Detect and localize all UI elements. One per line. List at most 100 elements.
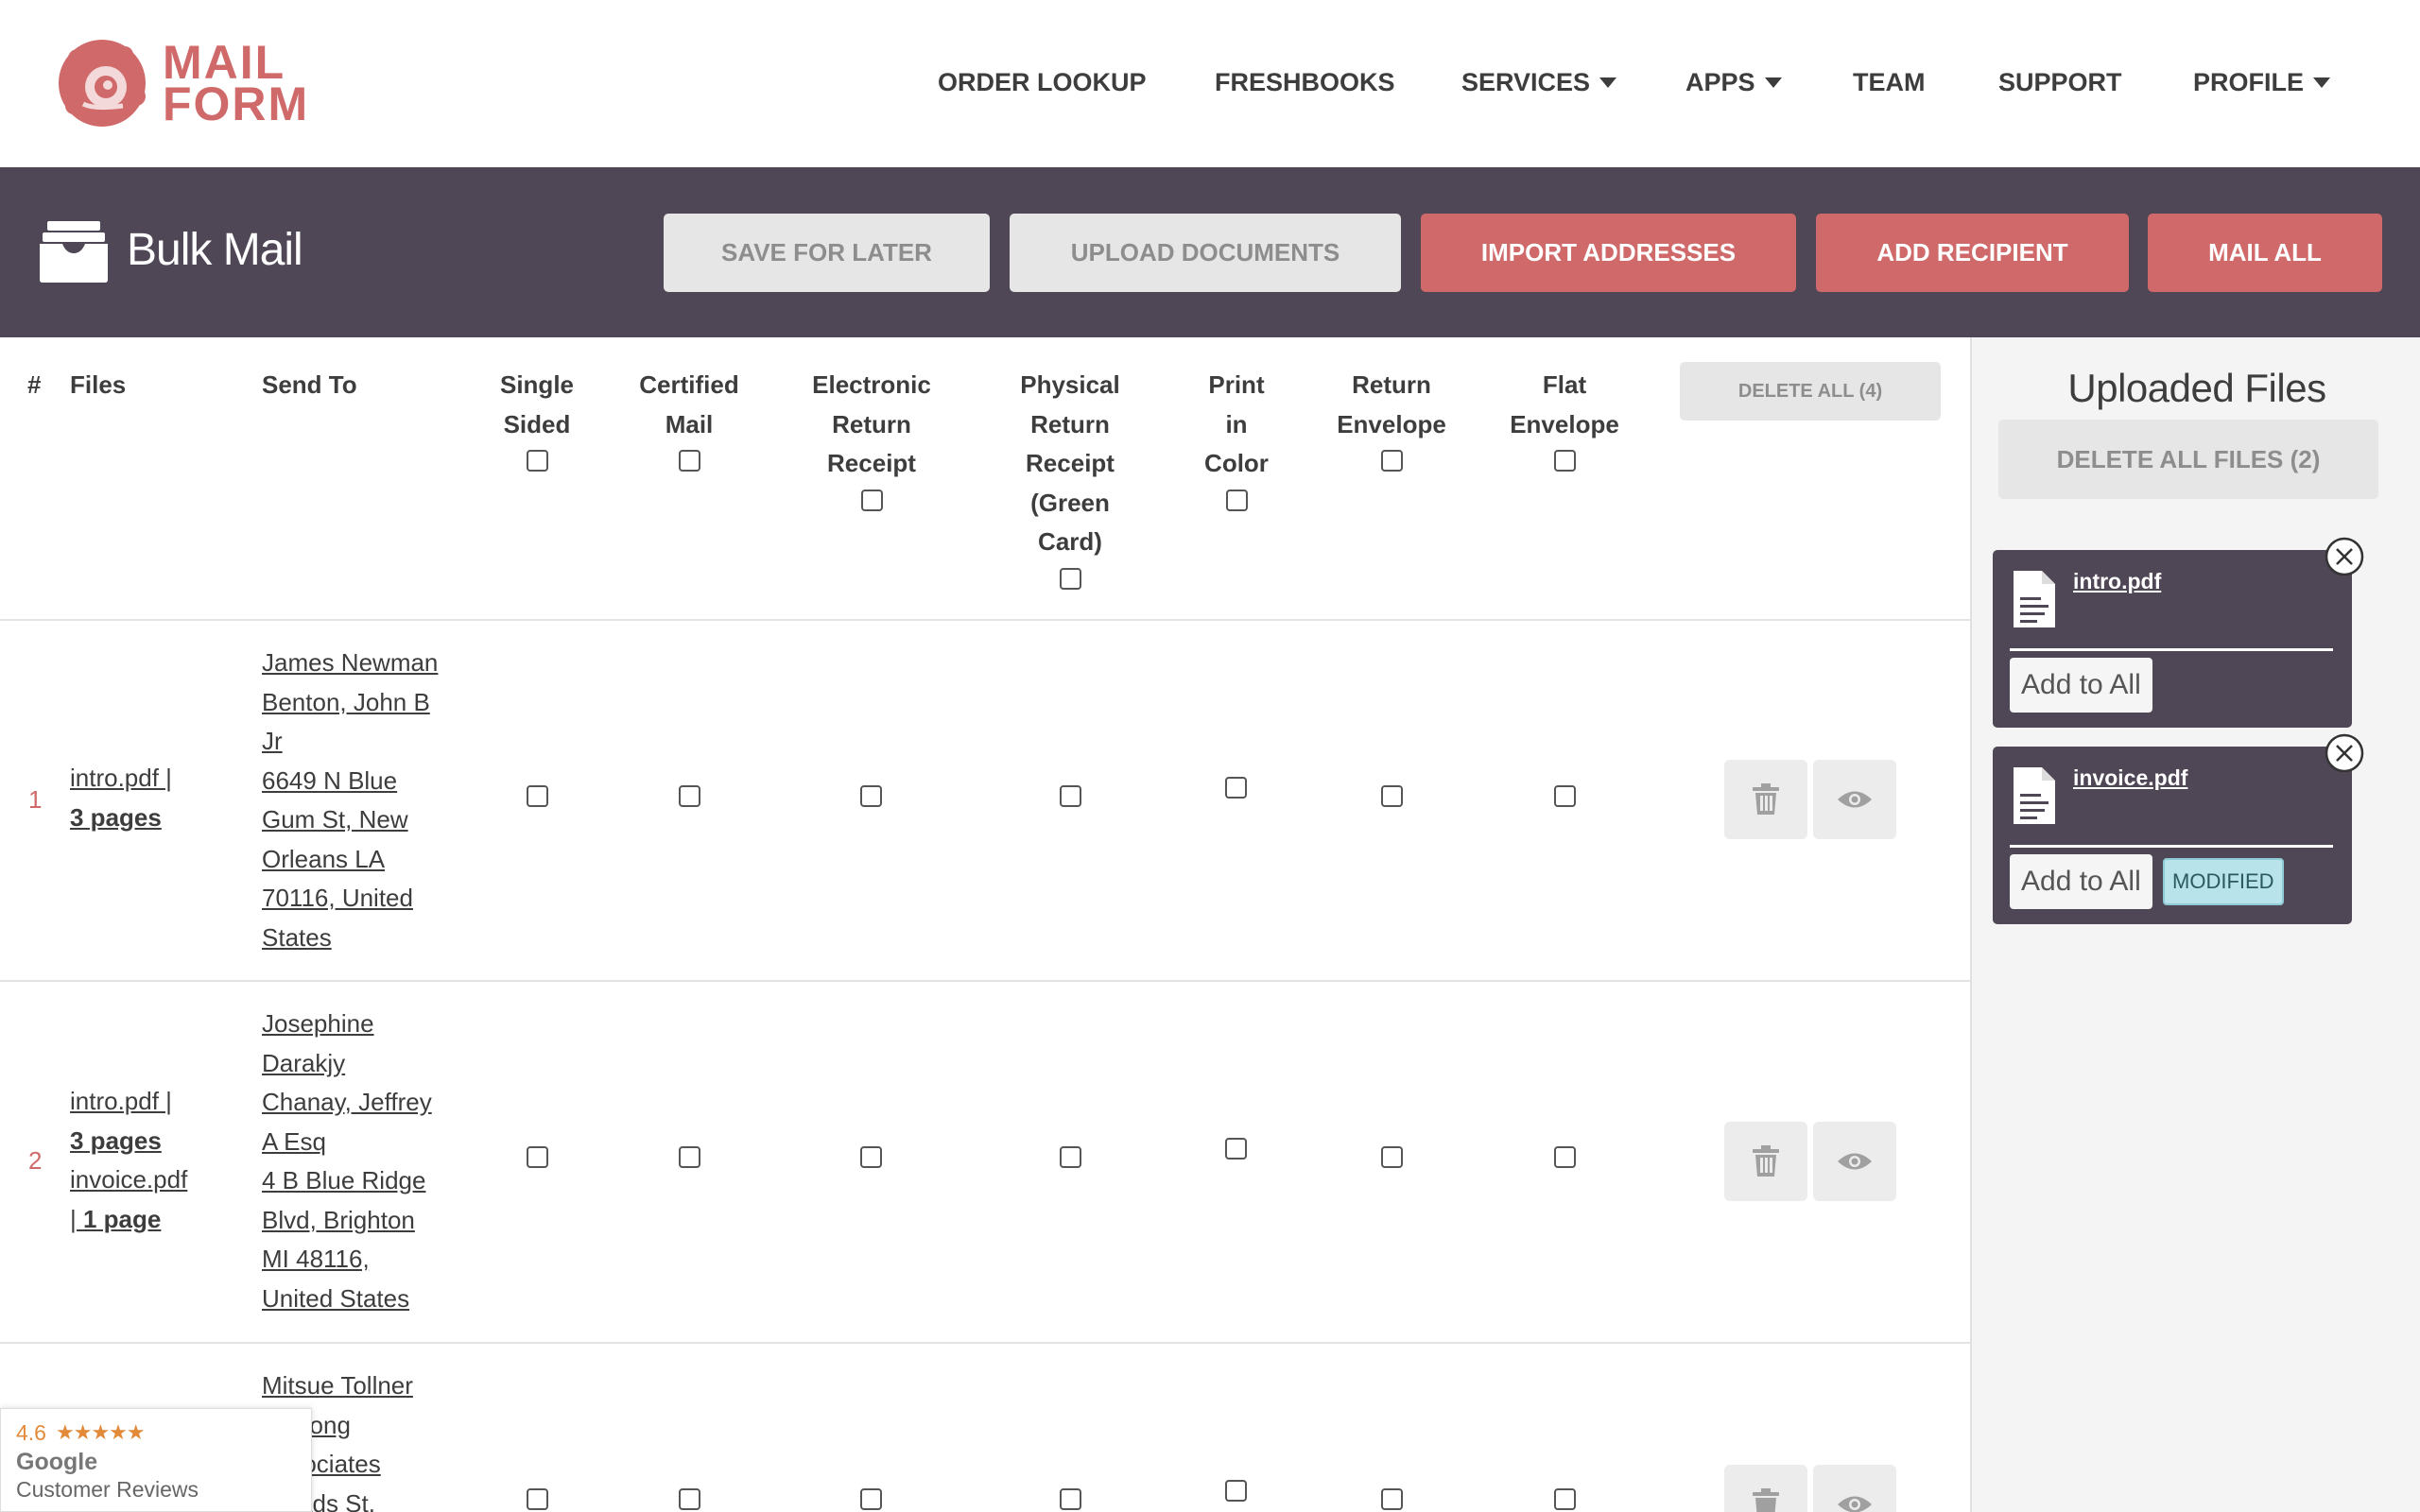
address-line[interactable]: 6649 N Blue	[262, 762, 451, 801]
caret-down-icon	[2313, 77, 2331, 88]
file-link[interactable]: intro.pdf |	[70, 1087, 172, 1115]
col-header-flat-envelope: Flat Envelope	[1498, 366, 1631, 472]
address-line[interactable]: A Esq	[262, 1123, 451, 1162]
address-line[interactable]: Benton, John B	[262, 683, 451, 723]
address-line[interactable]: Chanay, Jeffrey	[262, 1083, 451, 1123]
electronic-return-receipt-all-checkbox[interactable]	[860, 489, 883, 511]
delete-all-files-button[interactable]: DELETE ALL FILES (2)	[1998, 420, 2378, 499]
address-line[interactable]: Jr	[262, 722, 451, 762]
row-number: 2	[28, 1146, 43, 1175]
modified-badge: MODIFIED	[2163, 858, 2284, 905]
delete-row-button[interactable]	[1724, 1122, 1807, 1201]
delete-all-rows-button[interactable]: DELETE ALL (4)	[1680, 362, 1941, 421]
single-sided-checkbox[interactable]	[527, 785, 548, 807]
flat-envelope-all-checkbox[interactable]	[1553, 450, 1576, 472]
caret-down-icon	[1599, 77, 1617, 88]
return-envelope-checkbox[interactable]	[1381, 1488, 1403, 1510]
return-envelope-checkbox[interactable]	[1381, 1146, 1403, 1168]
address-line[interactable]: Mitsue Tollner	[262, 1366, 451, 1406]
print-in-color-checkbox[interactable]	[1225, 777, 1247, 799]
print-in-color-checkbox[interactable]	[1225, 1138, 1247, 1160]
physical-return-receipt-all-checkbox[interactable]	[1059, 567, 1081, 590]
file-pages-link[interactable]: | 1 page	[70, 1205, 161, 1233]
physical-return-receipt-checkbox[interactable]	[1060, 1488, 1081, 1510]
address-line[interactable]: Orleans LA	[262, 840, 451, 880]
electronic-return-receipt-checkbox[interactable]	[860, 1488, 882, 1510]
add-to-all-button[interactable]: Add to All	[2010, 658, 2152, 713]
address-line[interactable]: United States	[262, 1280, 451, 1319]
col-header-return-envelope: Return Envelope	[1325, 366, 1458, 472]
document-icon	[2014, 571, 2055, 627]
close-circle-icon[interactable]	[2325, 537, 2364, 576]
flat-envelope-checkbox[interactable]	[1554, 1146, 1576, 1168]
trash-icon	[1753, 1145, 1779, 1177]
preview-row-button[interactable]	[1813, 1122, 1896, 1201]
close-circle-icon[interactable]	[2325, 733, 2364, 773]
address-line[interactable]: James Newman	[262, 644, 451, 683]
preview-row-button[interactable]	[1813, 1465, 1896, 1512]
col-header-electronic-return-receipt: Electronic Return Receipt	[796, 366, 947, 511]
address-line[interactable]: 4 B Blue Ridge	[262, 1161, 451, 1201]
add-to-all-button[interactable]: Add to All	[2010, 854, 2152, 909]
nav-support[interactable]: SUPPORT	[1998, 66, 2122, 98]
certified-mail-checkbox[interactable]	[679, 1146, 700, 1168]
mail-all-button[interactable]: MAIL ALL	[2148, 214, 2382, 292]
nav-apps[interactable]: APPS	[1685, 66, 1782, 98]
uploaded-file-name[interactable]: intro.pdf	[2073, 569, 2161, 594]
add-recipient-button[interactable]: ADD RECIPIENT	[1816, 214, 2129, 292]
electronic-return-receipt-checkbox[interactable]	[860, 785, 882, 807]
print-in-color-all-checkbox[interactable]	[1225, 489, 1248, 511]
physical-return-receipt-checkbox[interactable]	[1060, 1146, 1081, 1168]
print-in-color-checkbox[interactable]	[1225, 1480, 1247, 1502]
file-link[interactable]: intro.pdf |	[70, 764, 172, 792]
address-line[interactable]: MI 48116,	[262, 1240, 451, 1280]
return-envelope-checkbox[interactable]	[1381, 785, 1403, 807]
nav-services[interactable]: SERVICES	[1461, 66, 1617, 98]
preview-row-button[interactable]	[1813, 760, 1896, 839]
row-divider	[0, 1342, 1970, 1344]
google-reviews-badge[interactable]: 4.6 ★★★★★ Google Customer Reviews	[0, 1408, 312, 1512]
address-line[interactable]: States	[262, 919, 451, 958]
address-line[interactable]: Josephine	[262, 1005, 451, 1044]
physical-return-receipt-checkbox[interactable]	[1060, 785, 1081, 807]
delete-row-button[interactable]	[1724, 1465, 1807, 1512]
nav-team[interactable]: TEAM	[1853, 66, 1926, 98]
flat-envelope-checkbox[interactable]	[1554, 1488, 1576, 1510]
row-files: intro.pdf | 3 pages invoice.pdf | 1 page	[70, 1082, 187, 1239]
certified-mail-checkbox[interactable]	[679, 785, 700, 807]
file-pages-link[interactable]: 3 pages	[70, 1126, 162, 1155]
uploaded-file-card: intro.pdf Add to All	[1993, 537, 2364, 728]
uploaded-file-card: invoice.pdf Add to All MODIFIED	[1993, 733, 2364, 924]
address-line[interactable]: Darakjy	[262, 1044, 451, 1084]
google-subtitle: Customer Reviews	[16, 1477, 199, 1502]
return-envelope-all-checkbox[interactable]	[1380, 450, 1403, 472]
certified-mail-checkbox[interactable]	[679, 1488, 700, 1510]
delete-row-button[interactable]	[1724, 760, 1807, 839]
inbox-tray-icon	[40, 221, 108, 283]
uploaded-file-name[interactable]: invoice.pdf	[2073, 765, 2187, 791]
upload-documents-button[interactable]: UPLOAD DOCUMENTS	[1010, 214, 1401, 292]
uploaded-files-panel: Uploaded Files DELETE ALL FILES (2) intr…	[1970, 337, 2420, 1512]
row-files: intro.pdf | 3 pages	[70, 759, 172, 837]
certified-mail-all-checkbox[interactable]	[678, 450, 700, 472]
logo-wordmark: MAIL FORM	[163, 36, 310, 130]
caret-down-icon	[1764, 77, 1782, 88]
snail-logo-icon	[59, 40, 146, 127]
single-sided-checkbox[interactable]	[527, 1488, 548, 1510]
address-line[interactable]: Blvd, Brighton	[262, 1201, 451, 1241]
electronic-return-receipt-checkbox[interactable]	[860, 1146, 882, 1168]
address-line[interactable]: 70116, United	[262, 879, 451, 919]
file-pages-link[interactable]: 3 pages	[70, 803, 162, 832]
mailform-logo[interactable]: MAIL FORM	[57, 38, 307, 132]
single-sided-checkbox[interactable]	[527, 1146, 548, 1168]
save-for-later-button[interactable]: SAVE FOR LATER	[664, 214, 990, 292]
nav-order-lookup[interactable]: ORDER LOOKUP	[938, 66, 1147, 98]
import-addresses-button[interactable]: IMPORT ADDRESSES	[1421, 214, 1796, 292]
single-sided-all-checkbox[interactable]	[526, 450, 548, 472]
flat-envelope-checkbox[interactable]	[1554, 785, 1576, 807]
file-link[interactable]: invoice.pdf	[70, 1165, 187, 1194]
col-header-physical-return-receipt: Physical Return Receipt (Green Card)	[1004, 366, 1136, 590]
address-line[interactable]: Gum St, New	[262, 800, 451, 840]
nav-freshbooks[interactable]: FRESHBOOKS	[1215, 66, 1395, 98]
nav-profile[interactable]: PROFILE	[2193, 66, 2331, 98]
